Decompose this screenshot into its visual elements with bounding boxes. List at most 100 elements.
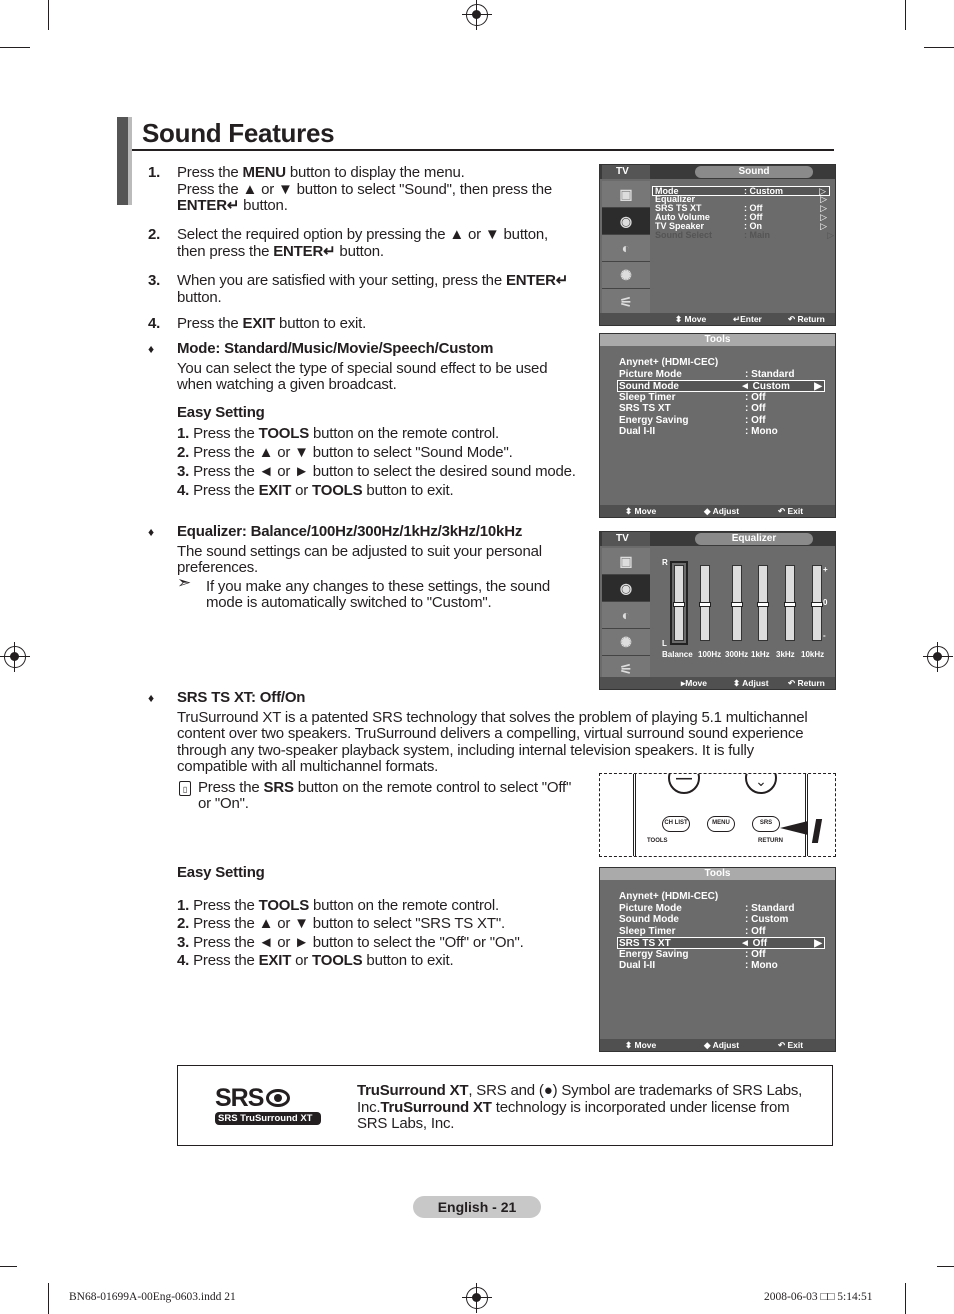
print-slug-file: BN68-01699A-00Eng-0603.indd 21 <box>69 1291 236 1303</box>
step-number: 2. <box>148 226 161 243</box>
eq-slider-10khz <box>811 565 823 641</box>
bullet-icon: ♦ <box>148 525 154 539</box>
menu-button: MENU <box>707 816 735 832</box>
eq-slider-knob <box>784 602 796 607</box>
eq-band-label: 1kHz <box>751 650 770 659</box>
eq-slider-knob <box>673 602 685 607</box>
print-slug-date: 2008-06-03 □□ 5:14:51 <box>764 1291 873 1303</box>
input-icon: ⚟ <box>602 289 650 316</box>
crop-mark <box>48 1283 49 1314</box>
title-accent-bar <box>128 117 132 205</box>
pointer-arrow-icon <box>780 821 808 835</box>
return-label: RETURN <box>758 838 783 844</box>
menu-footer: ⬍ Move ◆ Adjust ↶ Exit <box>600 1039 835 1051</box>
setup-icon: ✺ <box>602 629 650 656</box>
easy-step: 2. Press the ▲ or ▼ button to select "So… <box>177 444 513 461</box>
equalizer-menu-screenshot: TVEqualizer ▣◉◐✺⚟ R L + 0 - + 0 - Balanc… <box>599 531 836 690</box>
page-number-badge: English - 21 <box>413 1196 541 1218</box>
step-number: 3. <box>148 272 161 289</box>
section-heading: Mode: Standard/Music/Movie/Speech/Custom <box>177 340 494 357</box>
crop-mark <box>0 47 30 48</box>
page-title: Sound Features <box>142 118 335 148</box>
menu-title: Tools <box>600 868 835 880</box>
setup-icon: ✺ <box>602 262 650 289</box>
menu-title: Equalizer <box>695 533 813 545</box>
tools-label: TOOLS <box>647 838 668 844</box>
sound-icon: ◉ <box>602 575 650 602</box>
easy-step: 4. Press the EXIT or TOOLS button to exi… <box>177 482 454 499</box>
menu-sidebar: ▣ ◉ ◐ ✺ ⚟ <box>602 181 650 316</box>
registration-mark-icon <box>923 642 953 672</box>
trademark-note: SRS SRS TruSurround XT TruSurround XT, S… <box>177 1065 833 1146</box>
eq-band-label: 300Hz <box>725 650 749 659</box>
registration-mark-icon <box>462 0 492 30</box>
volume-down-button: — <box>668 774 700 794</box>
eq-slider-balance <box>670 561 688 645</box>
srs-trusurround-logo: SRS SRS TruSurround XT <box>215 1085 321 1127</box>
easy-step: 1. Press the TOOLS button on the remote … <box>177 896 499 914</box>
crop-mark <box>924 47 954 48</box>
easy-step: 3. Press the ◄ or ► button to select the… <box>177 933 524 951</box>
step-2: Select the required option by pressing t… <box>177 226 549 260</box>
eq-slider-1khz <box>757 565 769 641</box>
remote-control-illustration: — ⌄ CH LIST MENU SRS TOOLS RETURN <box>599 773 836 857</box>
registration-mark-icon <box>0 642 30 672</box>
crop-mark <box>905 0 906 30</box>
step-number: 1. <box>148 164 161 181</box>
bullet-icon: ♦ <box>148 342 154 356</box>
easy-setting-heading: Easy Setting <box>177 403 265 421</box>
crop-mark <box>905 1283 906 1314</box>
eq-band-label: 100Hz <box>698 650 722 659</box>
eq-slider-knob <box>699 602 711 607</box>
easy-setting-heading: Easy Setting <box>177 864 265 881</box>
eq-slider-knob <box>731 602 743 607</box>
menu-footer: ⬍ Move ↵Enter ↶ Return <box>600 313 835 325</box>
easy-step: 3. Press the ◄ or ► button to select the… <box>177 463 576 480</box>
eq-slider-knob <box>811 602 823 607</box>
channel-icon: ◐ <box>602 235 650 262</box>
eq-band-label: 10kHz <box>801 650 825 659</box>
easy-step: 2. Press the ▲ or ▼ button to select "SR… <box>177 915 505 932</box>
remote-note-icon: ▯ <box>179 780 191 796</box>
registration-mark-icon <box>462 1283 492 1313</box>
step-4: Press the EXIT button to exit. <box>177 315 367 332</box>
easy-step: 1. Press the TOOLS button on the remote … <box>177 425 499 442</box>
section-heading: Equalizer: Balance/100Hz/300Hz/1kHz/3kHz… <box>177 523 523 540</box>
menu-item-disabled: Sound Select: Main ▷ <box>655 230 834 240</box>
srs-button: SRS <box>752 816 780 832</box>
picture-icon: ▣ <box>602 548 650 575</box>
menu-sidebar: ▣ ◉ ◐ ✺ ⚟ <box>602 548 650 683</box>
picture-icon: ▣ <box>602 181 650 208</box>
channel-icon: ◐ <box>602 602 650 629</box>
ch-list-button: CH LIST <box>662 816 690 832</box>
crop-mark <box>48 0 49 30</box>
tv-tab: TV <box>602 532 650 546</box>
step-number: 4. <box>148 315 161 332</box>
step-3: When you are satisfied with your setting… <box>177 272 569 306</box>
eq-slider-3khz <box>784 565 796 641</box>
srs-symbol-icon: (●) <box>538 1082 558 1099</box>
eq-slider-100hz <box>699 565 711 641</box>
step-1: Press the MENU button to display the men… <box>177 164 552 214</box>
arrow-note-icon: ➣ <box>177 572 192 592</box>
tools-menu-screenshot: Tools Anynet+ (HDMI-CEC) Picture Mode: S… <box>599 333 836 518</box>
eq-slider-300hz <box>731 565 743 641</box>
menu-footer: ⬍ Move ◆ Adjust ↶ Exit <box>600 505 835 517</box>
eq-band-label: Balance <box>662 650 693 659</box>
eq-slider-knob <box>757 602 769 607</box>
sound-menu-screenshot: TV Sound ▣ ◉ ◐ ✺ ⚟ Mode: Custom ▷ Equalizer ▷ S… <box>599 164 836 326</box>
title-rule <box>132 149 834 151</box>
menu-footer: ▸Move ⬍ Adjust ↶ Return <box>600 677 835 689</box>
menu-title: Tools <box>600 334 835 346</box>
sound-icon: ◉ <box>602 208 650 235</box>
easy-step: 4. Press the EXIT or TOOLS button to exi… <box>177 952 454 969</box>
eq-band-label: 3kHz <box>776 650 795 659</box>
tools-menu-screenshot: Tools Anynet+ (HDMI-CEC) Picture Mode: S… <box>599 867 836 1052</box>
menu-title: Sound <box>695 166 813 178</box>
crop-mark <box>0 1266 17 1267</box>
section-heading: SRS TS XT: Off/On <box>177 689 306 706</box>
crop-mark <box>937 1266 954 1267</box>
tv-tab: TV <box>602 165 650 179</box>
channel-down-button: ⌄ <box>745 774 777 794</box>
bullet-icon: ♦ <box>148 691 154 705</box>
